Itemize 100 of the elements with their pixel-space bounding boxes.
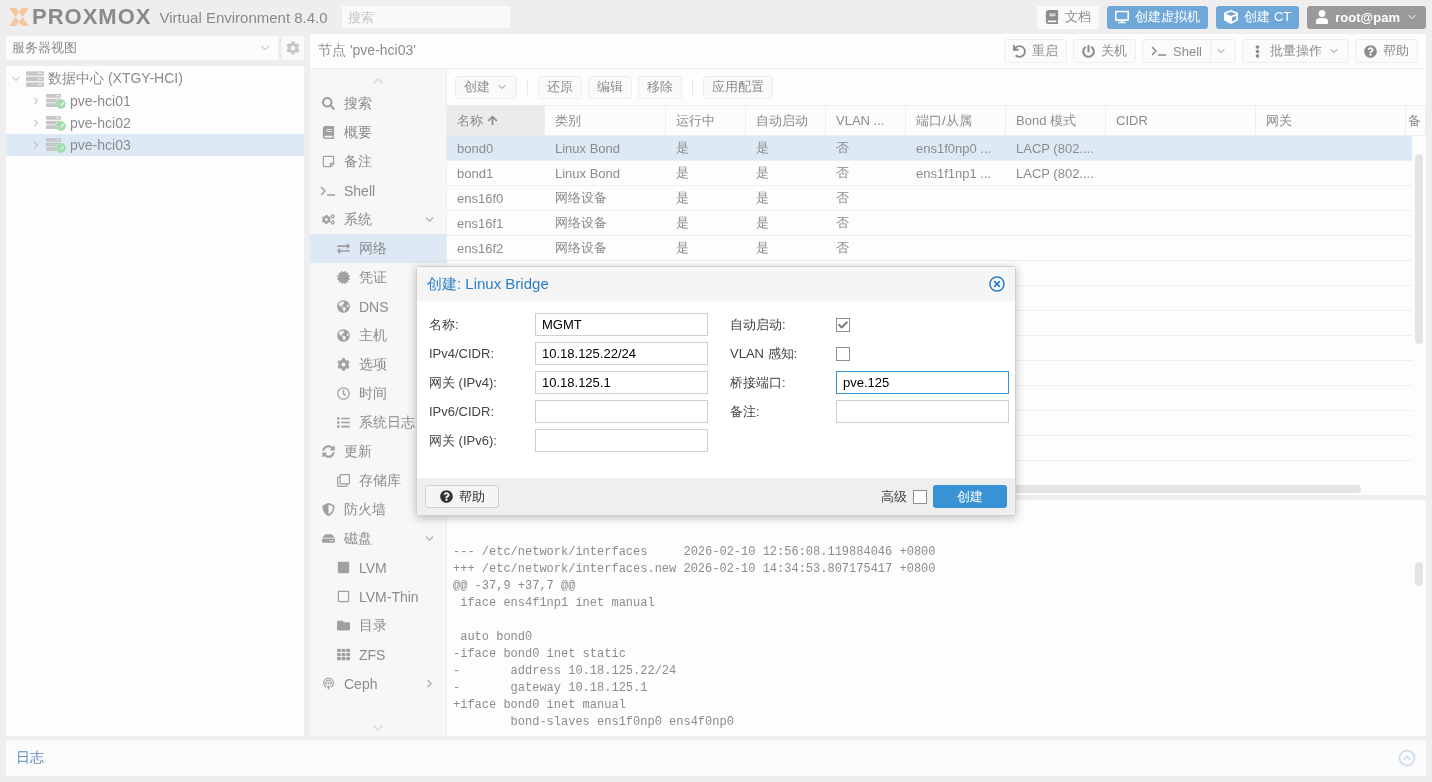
toolbar-button[interactable]: 移除 — [638, 75, 682, 99]
checkbox[interactable] — [836, 346, 850, 361]
toolbar-button[interactable]: root@pam — [1307, 5, 1426, 29]
field-label: IPv6/CIDR: — [429, 404, 495, 419]
advanced-label: 高级 — [881, 487, 907, 506]
tree-item[interactable]: 数据中心 (XTGY-HCI) — [6, 68, 304, 90]
arrows-icon — [336, 242, 350, 255]
help-icon — [1364, 44, 1377, 58]
tree-item[interactable]: pve-hci01 — [6, 90, 304, 112]
user-icon — [1315, 10, 1330, 24]
square-outline-icon — [336, 590, 350, 603]
nav-item[interactable]: ZFS — [310, 640, 446, 669]
checkbox[interactable] — [913, 489, 927, 504]
nav-item[interactable]: 目录 — [310, 611, 446, 640]
text-field[interactable]: 10.18.125.1 — [535, 371, 708, 394]
header-button[interactable]: 批量操作 — [1242, 39, 1349, 63]
scrollbar-thumb[interactable] — [1415, 154, 1423, 344]
nav-item[interactable]: 网络 — [310, 234, 446, 263]
table-cell: LACP (802.... — [1016, 165, 1094, 181]
nav-item[interactable]: 概要 — [310, 118, 446, 147]
view-select[interactable]: 服务器视图 — [6, 36, 278, 60]
column-header[interactable]: 类别 — [545, 106, 666, 135]
terminal-icon — [320, 184, 336, 197]
tree-item[interactable]: pve-hci02 — [6, 112, 304, 134]
column-header[interactable]: VLAN ... — [826, 106, 906, 135]
table-cell: 是 — [676, 164, 689, 182]
nav-item[interactable]: Ceph — [310, 669, 446, 698]
text-field[interactable]: pve.125 — [836, 371, 1009, 394]
table-cell: 否 — [836, 164, 849, 182]
header-button[interactable]: 关机 — [1073, 39, 1137, 63]
toolbar-button[interactable]: 创建虚拟机 — [1107, 5, 1209, 29]
table-cell: ens1f1np1 ... — [916, 165, 992, 181]
column-header[interactable]: CIDR — [1106, 106, 1256, 135]
field-label: IPv4/CIDR: — [429, 346, 495, 361]
node-online-icon — [46, 115, 66, 131]
column-header[interactable]: 端口/从属 — [906, 106, 1006, 135]
header-button[interactable]: Shell — [1142, 39, 1236, 63]
nav-item[interactable]: 磁盘 — [310, 524, 446, 553]
table-cell: Linux Bond — [555, 140, 621, 156]
globe-icon — [336, 329, 350, 342]
toolbar-button[interactable]: 编辑 — [588, 75, 632, 99]
gears-icon — [321, 213, 335, 226]
table-cell: 否 — [836, 189, 849, 207]
refresh-icon — [321, 445, 335, 458]
signal-arcs-icon — [321, 677, 335, 690]
field-label: VLAN 感知: — [730, 344, 799, 363]
log-title: 日志 — [16, 749, 44, 767]
nav-item[interactable]: 系统 — [310, 205, 446, 234]
table-row[interactable]: bond0 Linux Bond 是 是 否 ens1f0np0 ... LACP (802.... — [447, 136, 1412, 161]
nav-item[interactable]: LVM-Thin — [310, 582, 446, 611]
column-header[interactable]: 网关 — [1256, 106, 1406, 135]
text-field[interactable]: MGMT — [535, 313, 708, 336]
checkbox[interactable] — [836, 317, 850, 332]
table-cell: 是 — [676, 189, 689, 207]
field-label: 备注: — [730, 402, 761, 421]
close-icon[interactable] — [989, 276, 1005, 292]
table-cell: 是 — [756, 214, 769, 232]
settings-button[interactable] — [282, 36, 304, 60]
text-field[interactable] — [535, 429, 708, 452]
sort-arrow-icon — [487, 115, 498, 126]
cube-icon — [1224, 10, 1239, 24]
toolbar-button[interactable]: 应用配置 — [703, 75, 773, 99]
table-cell: LACP (802.... — [1016, 140, 1094, 156]
scrollbar-thumb[interactable] — [1415, 562, 1423, 586]
split-caret-icon[interactable] — [1210, 40, 1227, 62]
node-title: 节点 'pve-hci03' — [318, 42, 416, 60]
create-button[interactable]: 创建 — [933, 485, 1007, 508]
table-cell: ens16f0 — [457, 190, 504, 206]
list-icon — [336, 416, 350, 429]
dialog-title: 创建: Linux Bridge — [427, 274, 549, 294]
book-icon — [321, 126, 335, 139]
header-button[interactable]: 帮助 — [1355, 39, 1418, 63]
nav-item[interactable]: 搜索 — [310, 89, 446, 118]
toolbar-button[interactable]: 还原 — [538, 75, 582, 99]
power-icon — [1082, 44, 1096, 58]
table-cell: bond1 — [457, 165, 494, 181]
nav-item[interactable]: LVM — [310, 553, 446, 582]
logo-x-icon — [8, 7, 30, 27]
text-field[interactable]: 10.18.125.22/24 — [535, 342, 708, 365]
nav-item[interactable]: Shell — [310, 176, 446, 205]
column-header[interactable]: Bond 模式 — [1006, 106, 1106, 135]
toolbar-button[interactable]: 文档 — [1037, 5, 1100, 29]
column-header[interactable]: 运行中 — [666, 106, 746, 135]
toolbar-button[interactable]: 创建 CT — [1216, 5, 1300, 29]
toolbar-button[interactable]: 创建 — [455, 75, 517, 99]
column-header[interactable]: 名称 — [447, 106, 545, 135]
note-icon — [321, 155, 335, 168]
table-cell: 是 — [756, 189, 769, 207]
field-label: 网关 (IPv6): — [429, 431, 498, 450]
header-button[interactable]: 重启 — [1004, 39, 1068, 63]
text-field[interactable] — [535, 400, 708, 423]
product-version: Virtual Environment 8.4.0 — [159, 8, 328, 26]
diff-text: --- /etc/network/interfaces 2026-02-10 12:56:08.119884046 +0800 +++ /etc/network/interfaces.new 2026-02-10 14:34:53.807175417 +0800 @@ -37,9 +37,7 @@ iface ens4f1np1 inet manual auto bond0 -iface bond0 inet static - address 10.18.125.22/24 - gateway 10.18.125.1 +iface bond0 inet manual bond-slaves ens1f0np0 ens4f0np0 — [452, 544, 937, 731]
text-field[interactable] — [836, 400, 1009, 423]
tree-item[interactable]: pve-hci03 — [6, 134, 304, 156]
column-header[interactable]: 自动启动 — [746, 106, 826, 135]
expand-icon[interactable] — [1398, 749, 1416, 767]
column-header[interactable]: 备 — [1406, 106, 1426, 135]
nav-item[interactable]: 备注 — [310, 147, 446, 176]
help-button[interactable]: 帮助 — [425, 485, 499, 508]
